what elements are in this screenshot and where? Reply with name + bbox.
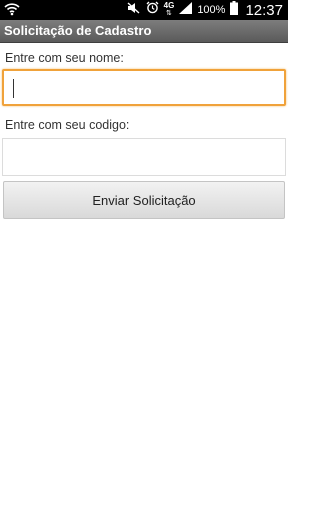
code-label: Entre com seu codigo: <box>5 118 130 132</box>
clock: 12:37 <box>245 1 283 19</box>
mute-icon <box>127 1 141 19</box>
battery-icon <box>230 0 239 20</box>
submit-request-button[interactable]: Enviar Solicitação <box>3 181 285 219</box>
network-indicator: 4G ⇅ <box>164 2 175 18</box>
submit-request-label: Enviar Solicitação <box>92 192 196 208</box>
name-label: Entre com seu nome: <box>5 51 124 65</box>
alarm-icon <box>146 1 159 19</box>
battery-percent: 100% <box>197 4 226 16</box>
page-title: Solicitação de Cadastro <box>4 23 152 38</box>
app-title-bar: Solicitação de Cadastro <box>0 20 288 43</box>
text-cursor <box>13 79 14 98</box>
status-bar: 4G ⇅ 100% 12:37 <box>0 0 288 20</box>
signal-icon <box>179 1 193 19</box>
data-activity-icon: ⇅ <box>166 10 172 17</box>
network-type: 4G <box>163 1 175 10</box>
name-field[interactable] <box>2 69 286 106</box>
code-field[interactable] <box>2 138 286 176</box>
wifi-icon <box>4 2 20 21</box>
